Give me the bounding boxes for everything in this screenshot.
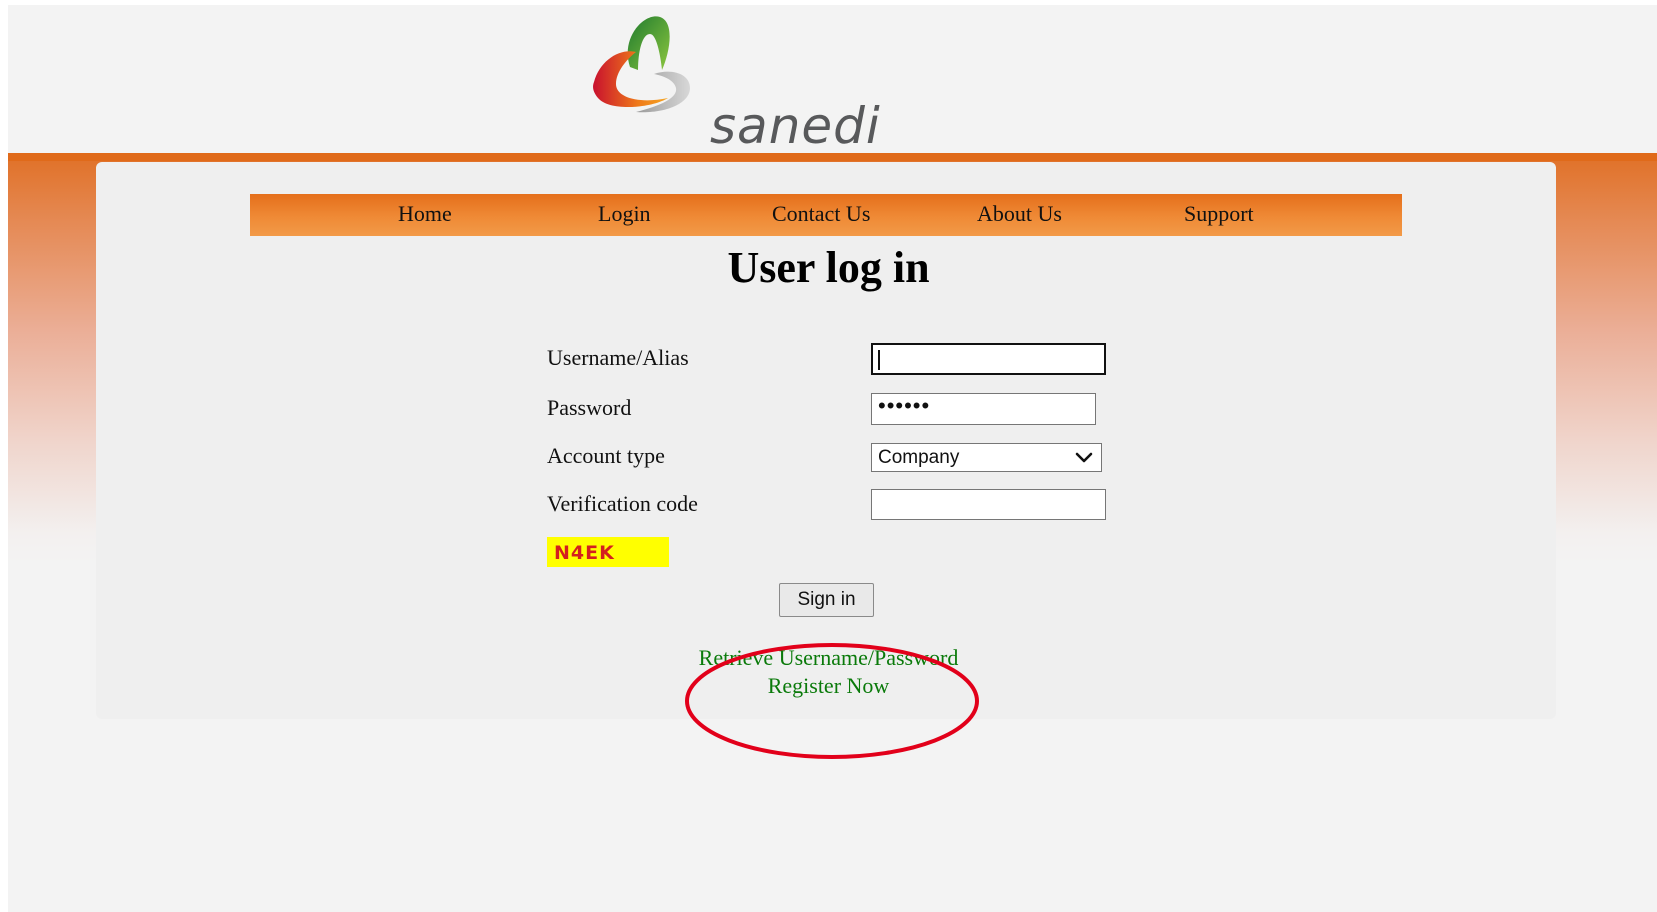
- account-type-value: Company: [878, 447, 960, 468]
- red-highlight-ellipse: [685, 643, 979, 759]
- nav-item-home[interactable]: Home: [398, 201, 452, 227]
- nav-item-login[interactable]: Login: [598, 201, 651, 227]
- logo-swirl-icon: [593, 16, 690, 113]
- password-input[interactable]: ••••••: [871, 393, 1096, 425]
- verification-code-input[interactable]: [871, 489, 1106, 520]
- nav-item-contact-us[interactable]: Contact Us: [772, 201, 870, 227]
- brand-wordmark: sanedi: [710, 97, 881, 155]
- captcha-code: N4EK: [554, 542, 615, 564]
- nav-item-support[interactable]: Support: [1184, 201, 1254, 227]
- verification-code-label: Verification code: [547, 491, 698, 516]
- account-type-label: Account type: [547, 443, 665, 468]
- text-caret: [878, 350, 880, 370]
- chevron-down-icon: [1075, 452, 1093, 463]
- page-title: User log in: [727, 243, 930, 292]
- password-label: Password: [547, 395, 632, 420]
- account-type-select[interactable]: Company: [871, 443, 1102, 472]
- nav-item-about-us[interactable]: About Us: [977, 201, 1062, 227]
- sanedi-logo: sanedi: [590, 12, 930, 157]
- captcha-image: N4EK: [547, 537, 669, 567]
- top-navigation: Home Login Contact Us About Us Support: [250, 194, 1402, 236]
- username-label: Username/Alias: [547, 345, 689, 370]
- sign-in-button[interactable]: Sign in: [779, 583, 874, 617]
- password-mask: ••••••: [878, 393, 931, 418]
- username-input[interactable]: [871, 343, 1106, 375]
